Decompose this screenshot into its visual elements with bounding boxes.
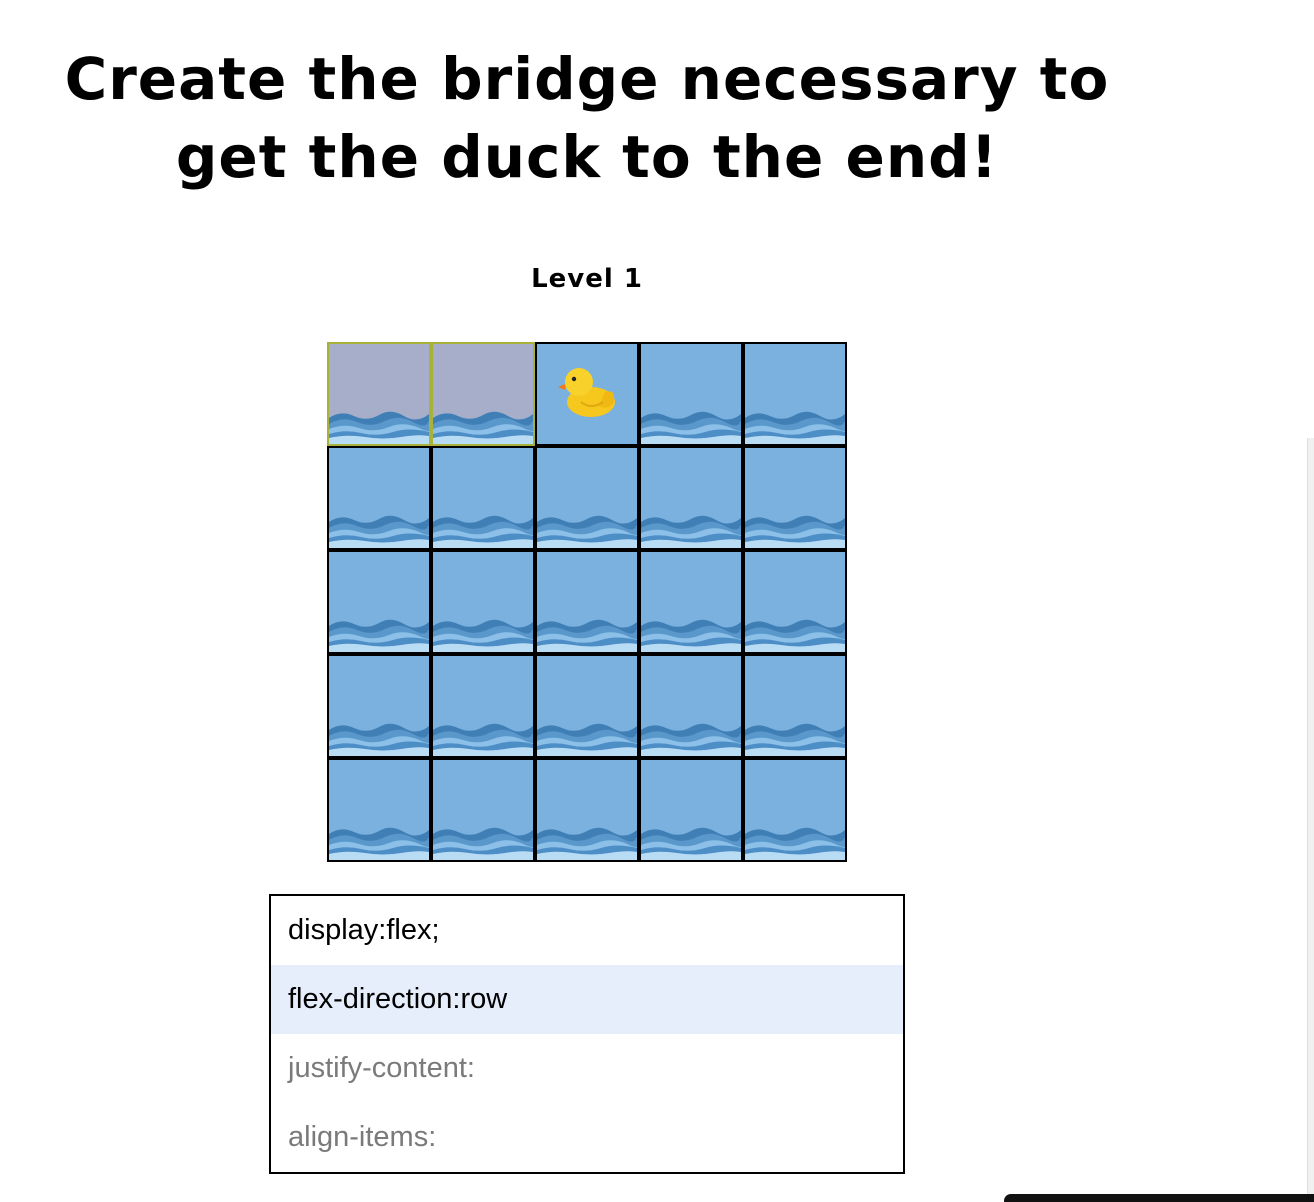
water-waves-icon (537, 515, 637, 548)
water-waves-icon (329, 515, 429, 548)
board-tile-r2-c4[interactable] (743, 550, 847, 654)
board-tile-r4-c3[interactable] (639, 758, 743, 862)
water-waves-icon (433, 723, 533, 756)
board-tile-r0-c0[interactable] (327, 342, 431, 446)
board-tile-r3-c1[interactable] (431, 654, 535, 758)
board-tile-r3-c4[interactable] (743, 654, 847, 758)
board-tile-r0-c4[interactable] (743, 342, 847, 446)
water-waves-icon (537, 827, 637, 860)
water-waves-icon (641, 619, 741, 652)
water-waves-icon (745, 619, 845, 652)
water-waves-icon (537, 723, 637, 756)
board-tile-r2-c2[interactable] (535, 550, 639, 654)
level-label: Level 1 (531, 264, 643, 294)
water-waves-icon (433, 411, 533, 444)
board-tile-r4-c4[interactable] (743, 758, 847, 862)
water-waves-icon (537, 619, 637, 652)
board-tile-r4-c2[interactable] (535, 758, 639, 862)
water-waves-icon (433, 619, 533, 652)
rubber-duck-icon[interactable] (555, 362, 617, 420)
board-tile-r4-c1[interactable] (431, 758, 535, 862)
water-waves-icon (745, 827, 845, 860)
water-waves-icon (329, 619, 429, 652)
bottom-edge-bar (1004, 1194, 1314, 1202)
board-tile-r0-c2[interactable] (535, 342, 639, 446)
board-tile-r1-c0[interactable] (327, 446, 431, 550)
page-title: Create the bridge necessary to get the d… (64, 45, 1110, 191)
water-waves-icon (641, 515, 741, 548)
board-tile-r2-c1[interactable] (431, 550, 535, 654)
water-waves-icon (329, 723, 429, 756)
board-tile-r2-c3[interactable] (639, 550, 743, 654)
board-tile-r0-c1[interactable] (431, 342, 535, 446)
css-property-panel: display:flex; flex-direction:row justify… (269, 894, 905, 1174)
board-tile-r1-c2[interactable] (535, 446, 639, 550)
water-waves-icon (745, 411, 845, 444)
water-waves-icon (329, 827, 429, 860)
css-row-flex-direction[interactable]: flex-direction:row (271, 965, 903, 1034)
water-waves-icon (641, 723, 741, 756)
board-tile-r3-c3[interactable] (639, 654, 743, 758)
board-tile-r3-c2[interactable] (535, 654, 639, 758)
board-tile-r1-c3[interactable] (639, 446, 743, 550)
water-waves-icon (745, 515, 845, 548)
board-tile-r4-c0[interactable] (327, 758, 431, 862)
water-waves-icon (641, 827, 741, 860)
scrollbar-track[interactable] (1307, 438, 1314, 1202)
board-tile-r1-c1[interactable] (431, 446, 535, 550)
water-waves-icon (329, 411, 429, 444)
water-waves-icon (745, 723, 845, 756)
board-tile-r1-c4[interactable] (743, 446, 847, 550)
css-row-justify-content[interactable]: justify-content: (271, 1034, 903, 1103)
board-tile-r2-c0[interactable] (327, 550, 431, 654)
water-waves-icon (433, 827, 533, 860)
water-waves-icon (641, 411, 741, 444)
board-tile-r3-c0[interactable] (327, 654, 431, 758)
css-row-display[interactable]: display:flex; (271, 896, 903, 965)
board-tile-r0-c3[interactable] (639, 342, 743, 446)
game-board (327, 342, 847, 862)
css-row-align-items[interactable]: align-items: (271, 1103, 903, 1172)
water-waves-icon (433, 515, 533, 548)
